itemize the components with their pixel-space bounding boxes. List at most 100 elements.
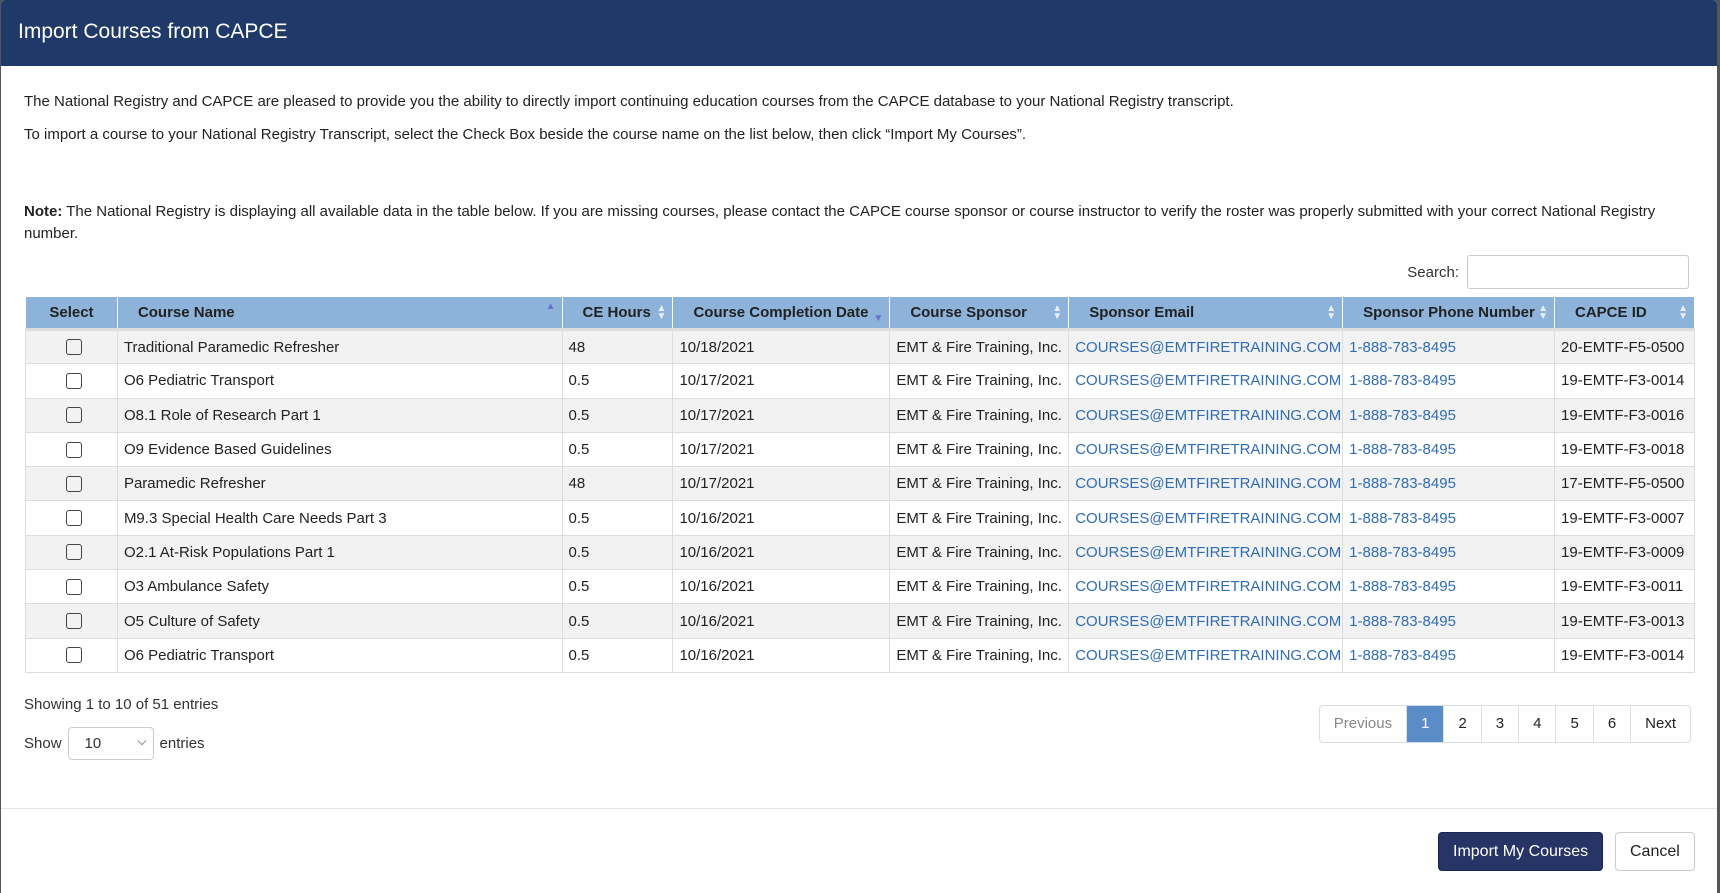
- sponsor-email-link[interactable]: COURSES@EMTFIRETRAINING.COM: [1075, 339, 1341, 356]
- sponsor-phone-link[interactable]: 1-888-783-8495: [1349, 647, 1456, 664]
- cell: O5 Culture of Safety: [116, 603, 563, 639]
- row-checkbox[interactable]: [66, 372, 83, 389]
- sponsor-phone-link[interactable]: 1-888-783-8495: [1349, 407, 1456, 424]
- row-checkbox[interactable]: [66, 578, 83, 595]
- select-cell: [25, 328, 118, 365]
- sponsor-phone-link[interactable]: 1-888-783-8495: [1349, 372, 1456, 389]
- cell: EMT & Fire Training, Inc.: [889, 431, 1070, 468]
- cell: 1-888-783-8495: [1342, 603, 1556, 639]
- import-courses-button[interactable]: Import My Courses: [1438, 832, 1604, 871]
- column-header[interactable]: Course Sponsor ▲ ▼: [889, 296, 1070, 331]
- cell: 19-EMTF-F3-0016: [1554, 397, 1695, 433]
- sponsor-phone-link[interactable]: 1-888-783-8495: [1349, 613, 1456, 630]
- cell: O6 Pediatric Transport: [116, 637, 563, 673]
- sponsor-phone-link[interactable]: 1-888-783-8495: [1349, 339, 1456, 356]
- cell: 0.5: [561, 534, 674, 571]
- row-checkbox[interactable]: [66, 475, 83, 492]
- column-header[interactable]: Course Name ▲: [116, 296, 563, 331]
- column-label: CAPCE ID: [1575, 304, 1647, 321]
- row-checkbox[interactable]: [66, 339, 83, 356]
- sponsor-email-link[interactable]: COURSES@EMTFIRETRAINING.COM: [1075, 613, 1341, 630]
- cell: O8.1 Role of Research Part 1: [116, 397, 563, 433]
- sort-icon: ▲ ▼: [1052, 303, 1063, 322]
- sponsor-email-link[interactable]: COURSES@EMTFIRETRAINING.COM: [1075, 647, 1341, 664]
- column-label: Course Name: [137, 304, 235, 321]
- cell: 1-888-783-8495: [1342, 328, 1556, 365]
- column-header[interactable]: Sponsor Phone Number ▲ ▼: [1342, 296, 1556, 331]
- table-row: Traditional Paramedic Refresher 48 10/18/2…: [25, 328, 1695, 365]
- sponsor-email-link[interactable]: COURSES@EMTFIRETRAINING.COM: [1075, 510, 1341, 527]
- column-header[interactable]: CAPCE ID ▲ ▼: [1554, 296, 1695, 331]
- row-checkbox[interactable]: [66, 613, 83, 630]
- page-button[interactable]: 5: [1555, 706, 1592, 742]
- show-label: Show: [24, 735, 62, 752]
- row-checkbox[interactable]: [66, 407, 83, 424]
- sponsor-phone-link[interactable]: 1-888-783-8495: [1349, 475, 1456, 492]
- row-checkbox[interactable]: [66, 510, 83, 527]
- cell: COURSES@EMTFIRETRAINING.COM: [1068, 500, 1344, 536]
- sponsor-email-link[interactable]: COURSES@EMTFIRETRAINING.COM: [1075, 407, 1341, 424]
- cell: 10/18/2021: [672, 328, 891, 365]
- previous-button[interactable]: Previous: [1320, 706, 1406, 742]
- row-checkbox[interactable]: [66, 441, 83, 458]
- row-checkbox[interactable]: [66, 647, 83, 664]
- column-header[interactable]: Sponsor Email ▲ ▼: [1068, 296, 1344, 331]
- sponsor-email-link[interactable]: COURSES@EMTFIRETRAINING.COM: [1075, 372, 1341, 389]
- cell: 0.5: [561, 569, 674, 605]
- cell: 10/16/2021: [672, 569, 891, 605]
- cell: 10/16/2021: [672, 603, 891, 639]
- cell: 0.5: [561, 431, 674, 468]
- sponsor-phone-link[interactable]: 1-888-783-8495: [1349, 441, 1456, 458]
- cell: 0.5: [561, 363, 674, 399]
- cell: COURSES@EMTFIRETRAINING.COM: [1068, 569, 1344, 605]
- cell: EMT & Fire Training, Inc.: [889, 637, 1070, 673]
- cell: EMT & Fire Training, Inc.: [889, 397, 1070, 433]
- column-header[interactable]: Select: [25, 296, 118, 331]
- column-header[interactable]: Course Completion Date ▼: [672, 296, 891, 331]
- sponsor-email-link[interactable]: COURSES@EMTFIRETRAINING.COM: [1075, 441, 1341, 458]
- search-input[interactable]: [1467, 255, 1689, 289]
- next-button[interactable]: Next: [1630, 706, 1690, 742]
- column-label: Course Completion Date: [693, 304, 869, 321]
- cell: 19-EMTF-F3-0013: [1554, 603, 1695, 639]
- page-button[interactable]: 3: [1480, 706, 1518, 742]
- sort-icon: ▲ ▼: [1326, 303, 1337, 322]
- page-button[interactable]: 1: [1406, 706, 1444, 742]
- sort-icon: ▲ ▼: [1678, 303, 1688, 322]
- cancel-button[interactable]: Cancel: [1615, 832, 1695, 871]
- table-row: O8.1 Role of Research Part 1 0.5 10/17/202…: [25, 397, 1695, 433]
- page-button[interactable]: 4: [1518, 706, 1555, 742]
- footer-divider: [1, 808, 1717, 809]
- cell: O9 Evidence Based Guidelines: [116, 431, 563, 468]
- sponsor-phone-link[interactable]: 1-888-783-8495: [1349, 544, 1456, 561]
- sponsor-phone-link[interactable]: 1-888-783-8495: [1349, 510, 1456, 527]
- chevron-down-icon: ⌵: [137, 734, 147, 748]
- sponsor-email-link[interactable]: COURSES@EMTFIRETRAINING.COM: [1075, 475, 1341, 492]
- cell: O3 Ambulance Safety: [116, 569, 563, 605]
- cell: 19-EMTF-F3-0018: [1554, 431, 1695, 468]
- page-button[interactable]: 2: [1443, 706, 1480, 742]
- cell: COURSES@EMTFIRETRAINING.COM: [1068, 637, 1344, 673]
- sponsor-email-link[interactable]: COURSES@EMTFIRETRAINING.COM: [1075, 544, 1341, 561]
- row-checkbox[interactable]: [66, 544, 83, 561]
- cell: 10/17/2021: [672, 363, 891, 399]
- cell: O6 Pediatric Transport: [116, 363, 563, 399]
- select-cell: [25, 466, 118, 502]
- cell: EMT & Fire Training, Inc.: [889, 500, 1070, 536]
- select-cell: [25, 500, 118, 536]
- column-header[interactable]: CE Hours ▲ ▼: [561, 296, 674, 331]
- table-row: O6 Pediatric Transport 0.5 10/17/2021 EMT &…: [25, 363, 1695, 399]
- cell: COURSES@EMTFIRETRAINING.COM: [1068, 431, 1344, 468]
- cell: 19-EMTF-F3-0007: [1554, 500, 1695, 536]
- page-button[interactable]: 6: [1592, 706, 1630, 742]
- select-cell: [25, 534, 118, 571]
- sponsor-phone-link[interactable]: 1-888-783-8495: [1349, 578, 1456, 595]
- cell: 10/16/2021: [672, 637, 891, 673]
- cell: Paramedic Refresher: [116, 466, 563, 502]
- page-length-select[interactable]: 10 ⌵: [67, 727, 154, 760]
- note-text: Note: The National Registry is displayin…: [24, 201, 1684, 245]
- table-row: Paramedic Refresher 48 10/17/2021 EMT & Fir…: [25, 466, 1695, 502]
- sponsor-email-link[interactable]: COURSES@EMTFIRETRAINING.COM: [1075, 578, 1341, 595]
- select-cell: [25, 637, 118, 673]
- note-body: The National Registry is displaying all …: [24, 203, 1656, 242]
